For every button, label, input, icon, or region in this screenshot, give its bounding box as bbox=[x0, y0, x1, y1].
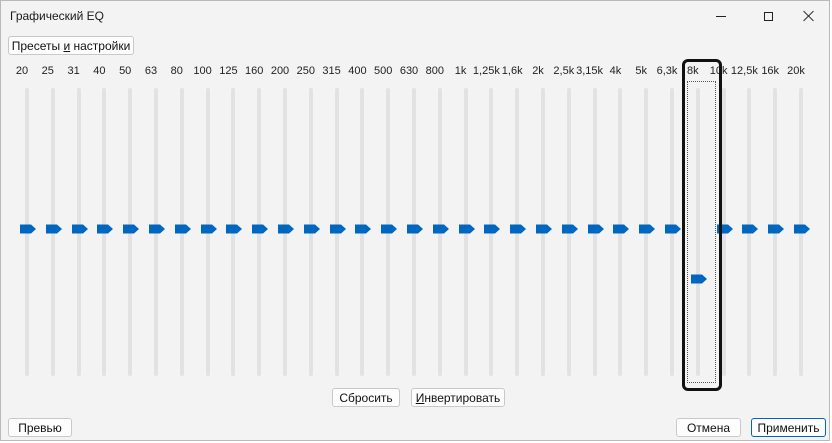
presets-label-pre: Пресеты bbox=[11, 38, 64, 53]
frequency-label: 63 bbox=[144, 65, 158, 77]
frequency-label: 400 bbox=[348, 65, 367, 77]
preview-button[interactable]: Превью bbox=[8, 418, 72, 437]
minimize-icon bbox=[716, 15, 726, 17]
window-title: Графический EQ bbox=[10, 9, 105, 23]
frequency-label: 25 bbox=[41, 65, 54, 77]
highlight-frame bbox=[682, 59, 722, 391]
slider-thumb[interactable] bbox=[561, 224, 579, 235]
frequency-label: 2k bbox=[532, 65, 544, 77]
frequency-label: 500 bbox=[374, 65, 393, 77]
frequency-label: 5k bbox=[635, 65, 647, 77]
title-bar: Графический EQ bbox=[1, 1, 829, 31]
slider-thumb[interactable] bbox=[225, 224, 243, 235]
frequency-label: 200 bbox=[270, 65, 290, 77]
frequency-label: 250 bbox=[296, 65, 315, 77]
slider-thumb[interactable] bbox=[329, 224, 347, 235]
slider-thumb[interactable] bbox=[432, 224, 450, 235]
cancel-button[interactable]: Отмена bbox=[676, 418, 741, 437]
slider-thumb[interactable] bbox=[45, 224, 63, 235]
frequency-label: 20k bbox=[787, 65, 805, 77]
slider-thumb[interactable] bbox=[509, 224, 527, 235]
slider-thumb[interactable] bbox=[354, 224, 372, 235]
frequency-label: 4k bbox=[609, 65, 622, 77]
slider-thumb[interactable] bbox=[303, 224, 321, 235]
maximize-icon bbox=[763, 11, 773, 21]
invert-label-mnemonic: И bbox=[415, 390, 425, 405]
frequency-label: 20 bbox=[15, 65, 29, 77]
slider-thumb[interactable] bbox=[122, 224, 140, 235]
slider-thumb[interactable] bbox=[71, 224, 89, 235]
frequency-label: 80 bbox=[170, 65, 183, 77]
slider-thumb[interactable] bbox=[664, 224, 682, 235]
frequency-label: 31 bbox=[67, 65, 80, 77]
slider-thumb[interactable] bbox=[19, 224, 37, 235]
slider-thumb[interactable] bbox=[251, 224, 269, 235]
frequency-label: 6,3k bbox=[656, 65, 678, 77]
presets-label-post: настройки bbox=[70, 38, 131, 53]
slider-thumb[interactable] bbox=[767, 224, 785, 235]
frequency-label: 50 bbox=[119, 65, 132, 77]
slider-thumb[interactable] bbox=[406, 224, 424, 235]
slider-thumb[interactable] bbox=[96, 224, 114, 235]
invert-label-post: нвертировать bbox=[424, 390, 501, 405]
apply-button[interactable]: Применить bbox=[751, 418, 826, 437]
presets-label-mnemonic: и bbox=[63, 38, 71, 53]
minimize-button[interactable] bbox=[699, 1, 743, 31]
slider-thumb[interactable] bbox=[200, 224, 218, 235]
slider-thumb[interactable] bbox=[535, 224, 553, 235]
close-icon bbox=[803, 10, 815, 22]
frequency-label: 160 bbox=[245, 65, 264, 77]
slider-thumb[interactable] bbox=[638, 224, 656, 235]
frequency-label: 100 bbox=[193, 65, 212, 77]
frequency-label: 2,5k bbox=[553, 65, 575, 77]
slider-thumb[interactable] bbox=[612, 224, 630, 235]
frequency-label: 125 bbox=[219, 65, 238, 77]
frequency-label: 12,5k bbox=[730, 65, 758, 77]
slider-thumb[interactable] bbox=[148, 224, 166, 235]
invert-button[interactable]: Инвертировать bbox=[411, 388, 505, 407]
frequency-label: 3,15k bbox=[576, 65, 604, 77]
close-button[interactable] bbox=[787, 1, 831, 31]
maximize-button[interactable] bbox=[746, 1, 790, 31]
frequency-label: 800 bbox=[425, 65, 444, 77]
frequency-label: 1,25k bbox=[472, 65, 500, 77]
slider-thumb[interactable] bbox=[380, 224, 398, 235]
slider-thumb[interactable] bbox=[793, 224, 811, 235]
slider-thumb[interactable] bbox=[277, 224, 295, 235]
frequency-label: 1,6k bbox=[501, 65, 523, 77]
slider-thumb[interactable] bbox=[587, 224, 605, 235]
frequency-label: 630 bbox=[399, 65, 419, 77]
presets-settings-button[interactable]: Пресеты и настройки bbox=[8, 36, 134, 55]
slider-thumb[interactable] bbox=[458, 224, 476, 235]
graphic-eq-dialog: Графический EQ Пресеты и настройки 20 25 3… bbox=[0, 0, 830, 441]
frequency-label: 16k bbox=[761, 65, 780, 77]
frequency-label: 40 bbox=[93, 65, 106, 77]
slider-thumb[interactable] bbox=[174, 224, 192, 235]
frequency-label: 1k bbox=[454, 65, 467, 77]
slider-thumb[interactable] bbox=[483, 224, 501, 235]
frequency-label: 315 bbox=[322, 65, 341, 77]
reset-button[interactable]: Сбросить bbox=[332, 388, 400, 407]
slider-thumb[interactable] bbox=[741, 224, 759, 235]
